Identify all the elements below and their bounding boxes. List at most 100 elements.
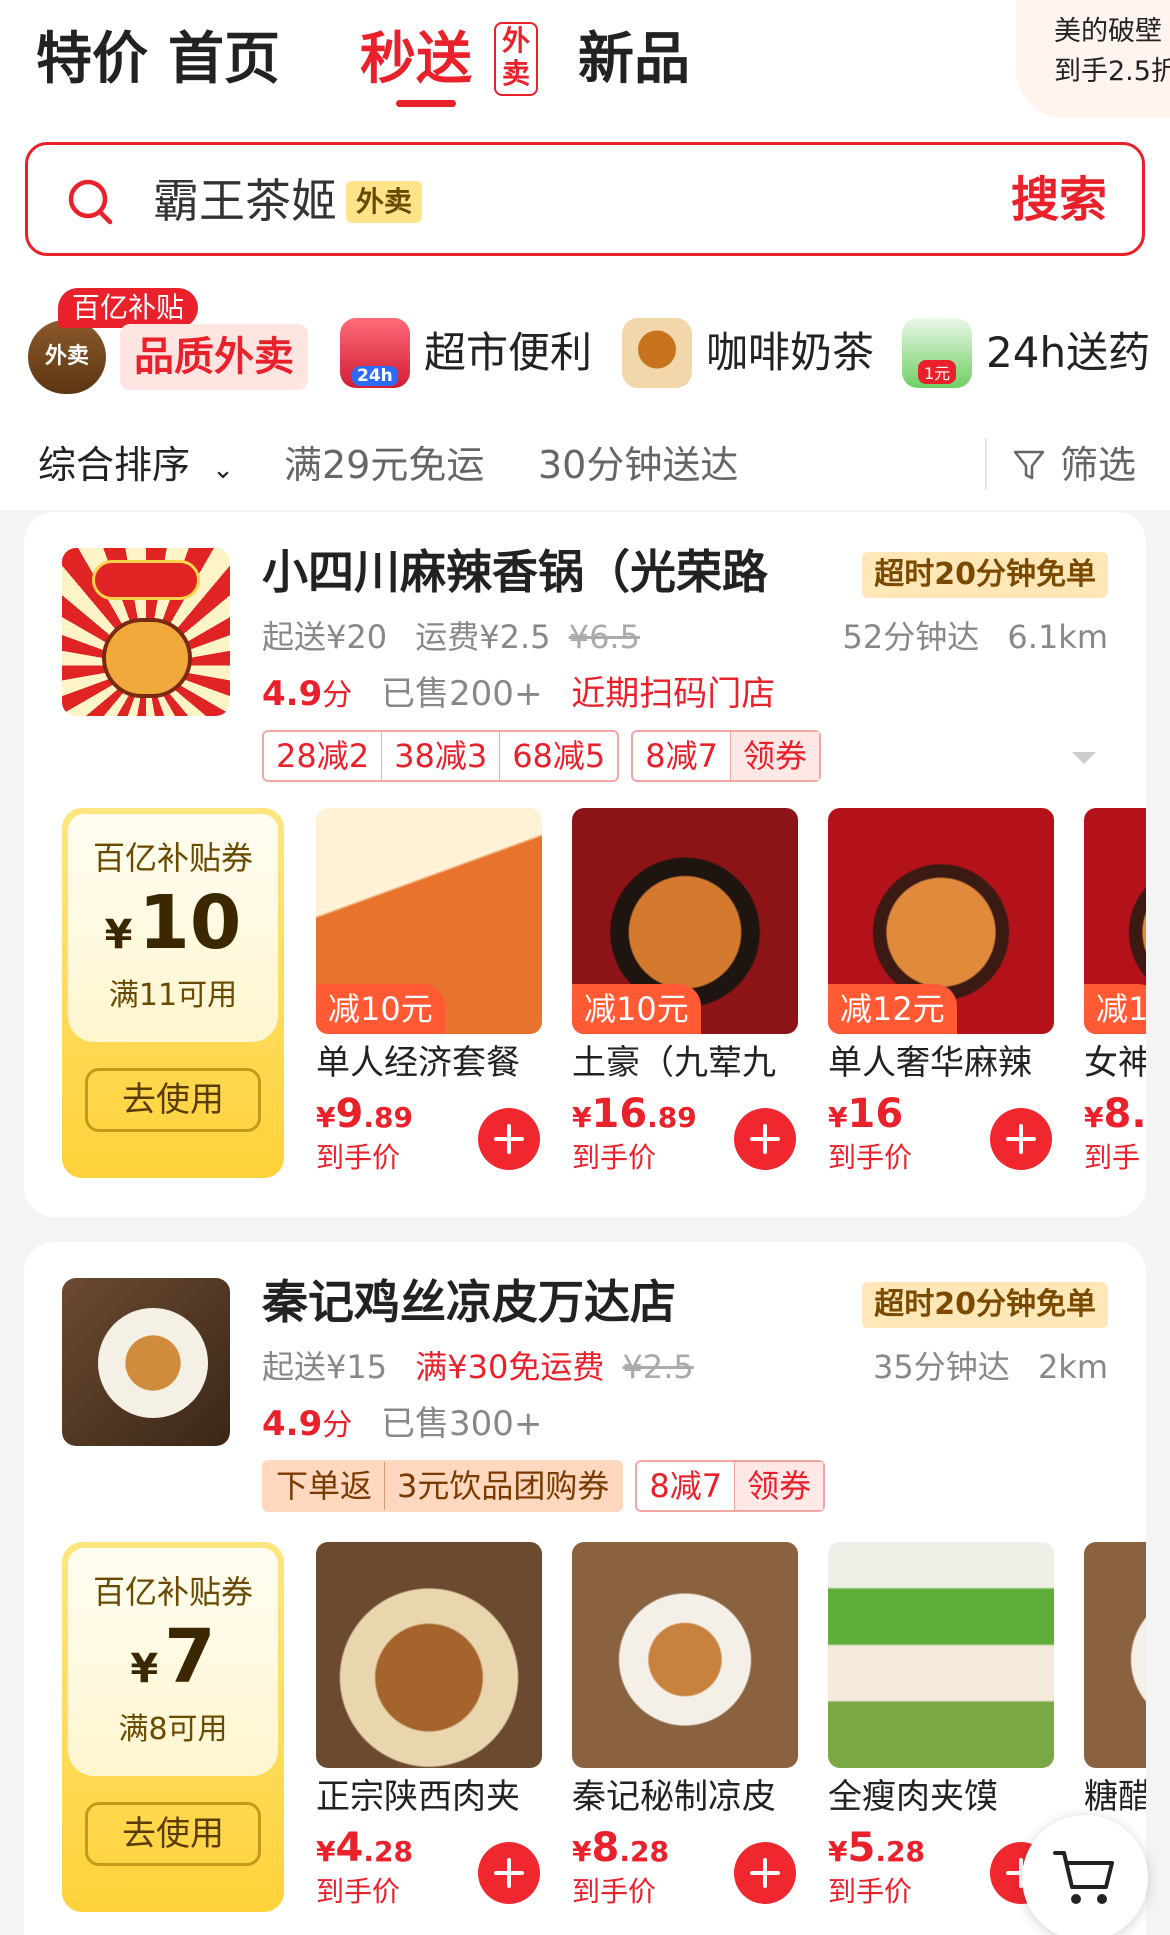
dish-image bbox=[572, 1542, 798, 1768]
tab-instant-delivery[interactable]: 秒送 bbox=[360, 22, 472, 98]
category-label: 咖啡奶茶 bbox=[706, 328, 875, 377]
delivery-fee-original: ¥6.5 bbox=[568, 618, 640, 656]
top-tabs: 特价 首页 秒送 外 卖 新品 美的破壁 到手2.5折 bbox=[0, 0, 1170, 130]
dish-item[interactable]: 减1 女神 ¥8. 到手 bbox=[1084, 808, 1146, 1176]
search-bar[interactable]: 霸王茶姬 外卖 搜索 bbox=[25, 142, 1145, 256]
store-card[interactable]: 小四川麻辣香锅（光荣路 超时20分钟免单 起送¥20 运费¥2.5 ¥6.5 5… bbox=[24, 512, 1146, 1217]
shopping-cart-icon bbox=[1053, 1851, 1114, 1904]
dish-item[interactable]: 正宗陕西肉夹 ¥4.28 到手价 bbox=[316, 1542, 542, 1910]
store-delivery-info: 起送¥15 满¥30免运费 ¥2.5 bbox=[262, 1342, 694, 1392]
dish-item[interactable]: 秦记秘制凉皮 ¥8.28 到手价 bbox=[572, 1542, 798, 1910]
search-input[interactable]: 霸王茶姬 bbox=[153, 171, 337, 231]
overtime-free-badge: 超时20分钟免单 bbox=[862, 552, 1108, 598]
dish-image: 减1 bbox=[1084, 808, 1146, 1034]
subsidy-coupon: 百亿补贴券 ¥10 满11可用 去使用 bbox=[62, 808, 284, 1178]
dish-item[interactable]: 减10元 土豪（九荤九 ¥16.89 到手价 bbox=[572, 808, 798, 1176]
sort-label: 综合排序 bbox=[38, 443, 191, 487]
expand-triangle-icon[interactable] bbox=[1072, 752, 1096, 764]
rebate-value: 3元饮品团购券 bbox=[384, 1462, 621, 1510]
add-to-cart-plus-icon[interactable] bbox=[478, 1108, 540, 1170]
store-eta: 52分钟达 6.1km bbox=[843, 612, 1109, 662]
store-name: 秦记鸡丝凉皮万达店 bbox=[262, 1275, 676, 1329]
takeout-bag-icon[interactable]: 外卖 bbox=[28, 320, 106, 394]
claim-coupon-button[interactable]: 领券 bbox=[734, 1462, 824, 1510]
takeout-tag: 外 卖 bbox=[494, 22, 538, 96]
category-quality-takeout[interactable]: 品质外卖 bbox=[120, 324, 308, 390]
floating-cart-button[interactable] bbox=[1022, 1815, 1148, 1935]
add-to-cart-plus-icon[interactable] bbox=[990, 1108, 1052, 1170]
min-order: 起送¥20 bbox=[262, 618, 388, 656]
store-logo bbox=[62, 1278, 230, 1446]
search-icon bbox=[68, 179, 113, 225]
funnel-icon bbox=[1013, 450, 1045, 480]
distance: 2km bbox=[1037, 1348, 1108, 1386]
dish-name: 单人经济套餐 bbox=[316, 1043, 520, 1083]
chevron-down-icon: ⌄ bbox=[212, 455, 234, 485]
dish-name: 正宗陕西肉夹 bbox=[316, 1777, 520, 1817]
free-delivery-threshold: 满¥30免运费 bbox=[415, 1348, 605, 1386]
coupon-value: 8减7 bbox=[645, 737, 719, 775]
dish-discount-tag: 减12元 bbox=[828, 984, 957, 1034]
distance: 6.1km bbox=[1007, 618, 1108, 656]
dish-image bbox=[316, 1542, 542, 1768]
coupon-box[interactable]: 8减7 领券 bbox=[631, 730, 822, 782]
coupon-box[interactable]: 8减7 领券 bbox=[635, 1460, 826, 1512]
promo-corner-banner[interactable]: 美的破壁 到手2.5折 bbox=[1016, 0, 1170, 118]
dish-image bbox=[1084, 1542, 1146, 1768]
sold-count: 已售200+ bbox=[381, 674, 543, 714]
category-coffee-tea[interactable]: 咖啡奶茶 bbox=[622, 310, 874, 396]
use-coupon-button[interactable]: 去使用 bbox=[85, 1802, 261, 1866]
filter-button[interactable]: 筛选 bbox=[1060, 430, 1136, 500]
full-reduction-box: 28减2 38减3 68减5 bbox=[262, 730, 620, 782]
min-order: 起送¥15 bbox=[262, 1348, 388, 1386]
delivery-time: 35分钟达 bbox=[873, 1348, 1010, 1386]
rating-score: 4.9分 bbox=[262, 1404, 353, 1444]
add-to-cart-plus-icon[interactable] bbox=[734, 1108, 796, 1170]
search-scope-tag: 外卖 bbox=[346, 181, 423, 223]
discount-tier: 38减3 bbox=[381, 732, 499, 780]
category-medicine[interactable]: 24h送药 bbox=[902, 310, 1150, 396]
store-logo bbox=[62, 548, 230, 716]
subsidy-amount: ¥10 bbox=[104, 880, 242, 966]
dish-image: 减10元 bbox=[316, 808, 542, 1034]
tab-new[interactable]: 新品 bbox=[578, 22, 690, 98]
category-supermarket[interactable]: 超市便利 bbox=[340, 310, 592, 396]
dish-item[interactable]: 全瘦肉夹馍 ¥5.28 到手价 bbox=[828, 1542, 1054, 1910]
tab-special[interactable]: 特价 bbox=[36, 22, 148, 98]
coupon-value: 8减7 bbox=[649, 1467, 723, 1505]
sold-count: 已售300+ bbox=[381, 1404, 543, 1444]
discount-row: 下单返 3元饮品团购券 8减7 领券 bbox=[262, 1460, 826, 1512]
subsidy-badge: 百亿补贴 bbox=[58, 288, 199, 328]
discount-row: 28减2 38减3 68减5 8减7 领券 bbox=[262, 730, 822, 782]
add-to-cart-plus-icon[interactable] bbox=[478, 1842, 540, 1904]
final-price-label: 到手 bbox=[1084, 1141, 1141, 1174]
store-rating-row: 4.9分 已售300+ bbox=[262, 1398, 542, 1452]
delivery-fee-original: ¥2.5 bbox=[622, 1348, 694, 1386]
category-label: 24h送药 bbox=[986, 328, 1151, 377]
market-24h-icon bbox=[340, 318, 410, 388]
dish-image bbox=[828, 1542, 1054, 1768]
claim-coupon-button[interactable]: 领券 bbox=[730, 732, 820, 780]
dish-name: 女神 bbox=[1084, 1043, 1146, 1083]
recent-store-tag: 近期扫码门店 bbox=[571, 674, 776, 714]
store-eta: 35分钟达 2km bbox=[873, 1342, 1108, 1392]
category-label: 超市便利 bbox=[424, 328, 593, 377]
filter-30min[interactable]: 30分钟送达 bbox=[538, 430, 738, 500]
subsidy-coupon: 百亿补贴券 ¥7 满8可用 去使用 bbox=[62, 1542, 284, 1912]
dish-item[interactable]: 减10元 单人经济套餐 ¥9.89 到手价 bbox=[316, 808, 542, 1176]
tab-home[interactable]: 首页 bbox=[168, 22, 280, 98]
promo-line-1: 美的破壁 bbox=[1054, 16, 1162, 47]
active-tab-indicator bbox=[396, 100, 456, 107]
search-button[interactable]: 搜索 bbox=[1011, 169, 1107, 231]
discount-tier: 68减5 bbox=[499, 732, 617, 780]
filter-free-delivery[interactable]: 满29元免运 bbox=[284, 430, 484, 500]
store-card[interactable]: 秦记鸡丝凉皮万达店 超时20分钟免单 起送¥15 满¥30免运费 ¥2.5 35… bbox=[24, 1242, 1146, 1935]
use-coupon-button[interactable]: 去使用 bbox=[85, 1068, 261, 1132]
filter-bar: 综合排序 ⌄ 满29元免运 30分钟送达 筛选 bbox=[0, 430, 1170, 500]
dish-name: 土豪（九荤九 bbox=[572, 1043, 776, 1083]
add-to-cart-plus-icon[interactable] bbox=[734, 1842, 796, 1904]
subsidy-title: 百亿补贴券 bbox=[92, 1573, 253, 1611]
sort-dropdown[interactable]: 综合排序 ⌄ bbox=[38, 430, 234, 505]
dish-item[interactable]: 减12元 单人奢华麻辣 ¥16 到手价 bbox=[828, 808, 1054, 1176]
store-delivery-info: 起送¥20 运费¥2.5 ¥6.5 bbox=[262, 612, 640, 662]
